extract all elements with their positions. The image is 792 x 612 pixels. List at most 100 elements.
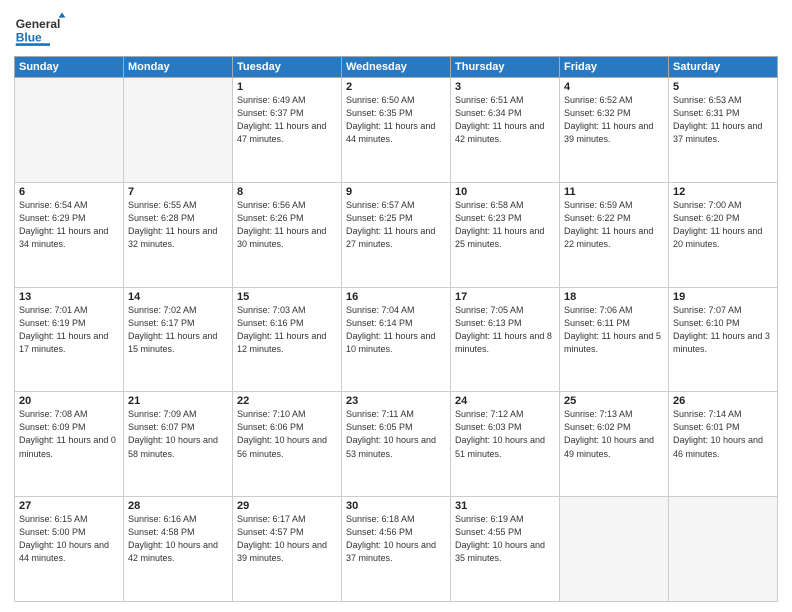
calendar-cell: 1Sunrise: 6:49 AM Sunset: 6:37 PM Daylig… [233, 78, 342, 183]
calendar-cell: 22Sunrise: 7:10 AM Sunset: 6:06 PM Dayli… [233, 392, 342, 497]
day-info: Sunrise: 7:01 AM Sunset: 6:19 PM Dayligh… [19, 304, 119, 356]
svg-text:General: General [16, 17, 61, 31]
calendar-cell: 13Sunrise: 7:01 AM Sunset: 6:19 PM Dayli… [15, 287, 124, 392]
day-info: Sunrise: 7:05 AM Sunset: 6:13 PM Dayligh… [455, 304, 555, 356]
day-number: 19 [673, 291, 773, 303]
day-number: 23 [346, 395, 446, 407]
day-number: 31 [455, 500, 555, 512]
day-number: 27 [19, 500, 119, 512]
day-number: 17 [455, 291, 555, 303]
calendar-cell: 7Sunrise: 6:55 AM Sunset: 6:28 PM Daylig… [124, 182, 233, 287]
day-number: 3 [455, 81, 555, 93]
day-header-tuesday: Tuesday [233, 57, 342, 78]
calendar-cell: 18Sunrise: 7:06 AM Sunset: 6:11 PM Dayli… [560, 287, 669, 392]
calendar-cell: 30Sunrise: 6:18 AM Sunset: 4:56 PM Dayli… [342, 497, 451, 602]
calendar-cell [560, 497, 669, 602]
day-number: 11 [564, 186, 664, 198]
day-info: Sunrise: 6:19 AM Sunset: 4:55 PM Dayligh… [455, 513, 555, 565]
calendar-cell: 27Sunrise: 6:15 AM Sunset: 5:00 PM Dayli… [15, 497, 124, 602]
day-info: Sunrise: 6:53 AM Sunset: 6:31 PM Dayligh… [673, 94, 773, 146]
day-info: Sunrise: 7:08 AM Sunset: 6:09 PM Dayligh… [19, 408, 119, 460]
day-info: Sunrise: 6:58 AM Sunset: 6:23 PM Dayligh… [455, 199, 555, 251]
day-number: 14 [128, 291, 228, 303]
page: General Blue SundayMondayTuesdayWednesda… [0, 0, 792, 612]
calendar-cell: 9Sunrise: 6:57 AM Sunset: 6:25 PM Daylig… [342, 182, 451, 287]
day-info: Sunrise: 7:03 AM Sunset: 6:16 PM Dayligh… [237, 304, 337, 356]
calendar-cell [669, 497, 778, 602]
day-number: 30 [346, 500, 446, 512]
calendar-cell: 28Sunrise: 6:16 AM Sunset: 4:58 PM Dayli… [124, 497, 233, 602]
calendar-cell: 29Sunrise: 6:17 AM Sunset: 4:57 PM Dayli… [233, 497, 342, 602]
day-info: Sunrise: 6:17 AM Sunset: 4:57 PM Dayligh… [237, 513, 337, 565]
calendar-cell: 17Sunrise: 7:05 AM Sunset: 6:13 PM Dayli… [451, 287, 560, 392]
day-number: 24 [455, 395, 555, 407]
calendar-cell: 23Sunrise: 7:11 AM Sunset: 6:05 PM Dayli… [342, 392, 451, 497]
day-number: 7 [128, 186, 228, 198]
svg-text:Blue: Blue [16, 31, 42, 45]
day-number: 29 [237, 500, 337, 512]
calendar-table: SundayMondayTuesdayWednesdayThursdayFrid… [14, 56, 778, 602]
day-info: Sunrise: 6:50 AM Sunset: 6:35 PM Dayligh… [346, 94, 446, 146]
days-header-row: SundayMondayTuesdayWednesdayThursdayFrid… [15, 57, 778, 78]
logo-icon: General Blue [14, 10, 74, 50]
day-info: Sunrise: 6:15 AM Sunset: 5:00 PM Dayligh… [19, 513, 119, 565]
logo: General Blue [14, 10, 74, 50]
day-header-wednesday: Wednesday [342, 57, 451, 78]
calendar-cell: 21Sunrise: 7:09 AM Sunset: 6:07 PM Dayli… [124, 392, 233, 497]
day-info: Sunrise: 6:51 AM Sunset: 6:34 PM Dayligh… [455, 94, 555, 146]
day-number: 5 [673, 81, 773, 93]
calendar-cell: 6Sunrise: 6:54 AM Sunset: 6:29 PM Daylig… [15, 182, 124, 287]
calendar-week-4: 20Sunrise: 7:08 AM Sunset: 6:09 PM Dayli… [15, 392, 778, 497]
calendar-cell: 3Sunrise: 6:51 AM Sunset: 6:34 PM Daylig… [451, 78, 560, 183]
day-info: Sunrise: 7:14 AM Sunset: 6:01 PM Dayligh… [673, 408, 773, 460]
day-info: Sunrise: 7:10 AM Sunset: 6:06 PM Dayligh… [237, 408, 337, 460]
day-number: 28 [128, 500, 228, 512]
day-info: Sunrise: 6:18 AM Sunset: 4:56 PM Dayligh… [346, 513, 446, 565]
calendar-cell [124, 78, 233, 183]
calendar-week-5: 27Sunrise: 6:15 AM Sunset: 5:00 PM Dayli… [15, 497, 778, 602]
day-number: 4 [564, 81, 664, 93]
day-number: 18 [564, 291, 664, 303]
day-number: 1 [237, 81, 337, 93]
calendar-week-3: 13Sunrise: 7:01 AM Sunset: 6:19 PM Dayli… [15, 287, 778, 392]
day-number: 10 [455, 186, 555, 198]
day-number: 13 [19, 291, 119, 303]
calendar-cell: 16Sunrise: 7:04 AM Sunset: 6:14 PM Dayli… [342, 287, 451, 392]
day-info: Sunrise: 7:00 AM Sunset: 6:20 PM Dayligh… [673, 199, 773, 251]
day-number: 21 [128, 395, 228, 407]
day-number: 16 [346, 291, 446, 303]
calendar-cell: 24Sunrise: 7:12 AM Sunset: 6:03 PM Dayli… [451, 392, 560, 497]
calendar-cell: 4Sunrise: 6:52 AM Sunset: 6:32 PM Daylig… [560, 78, 669, 183]
calendar-header: SundayMondayTuesdayWednesdayThursdayFrid… [15, 57, 778, 78]
calendar-cell: 14Sunrise: 7:02 AM Sunset: 6:17 PM Dayli… [124, 287, 233, 392]
day-info: Sunrise: 7:13 AM Sunset: 6:02 PM Dayligh… [564, 408, 664, 460]
calendar-cell: 12Sunrise: 7:00 AM Sunset: 6:20 PM Dayli… [669, 182, 778, 287]
day-info: Sunrise: 6:57 AM Sunset: 6:25 PM Dayligh… [346, 199, 446, 251]
day-header-friday: Friday [560, 57, 669, 78]
day-info: Sunrise: 6:55 AM Sunset: 6:28 PM Dayligh… [128, 199, 228, 251]
day-number: 12 [673, 186, 773, 198]
calendar-cell: 25Sunrise: 7:13 AM Sunset: 6:02 PM Dayli… [560, 392, 669, 497]
day-info: Sunrise: 6:59 AM Sunset: 6:22 PM Dayligh… [564, 199, 664, 251]
calendar-cell: 20Sunrise: 7:08 AM Sunset: 6:09 PM Dayli… [15, 392, 124, 497]
calendar-week-2: 6Sunrise: 6:54 AM Sunset: 6:29 PM Daylig… [15, 182, 778, 287]
calendar-cell: 26Sunrise: 7:14 AM Sunset: 6:01 PM Dayli… [669, 392, 778, 497]
calendar-cell: 31Sunrise: 6:19 AM Sunset: 4:55 PM Dayli… [451, 497, 560, 602]
calendar-cell: 10Sunrise: 6:58 AM Sunset: 6:23 PM Dayli… [451, 182, 560, 287]
day-number: 9 [346, 186, 446, 198]
day-number: 15 [237, 291, 337, 303]
calendar-week-1: 1Sunrise: 6:49 AM Sunset: 6:37 PM Daylig… [15, 78, 778, 183]
calendar-cell: 19Sunrise: 7:07 AM Sunset: 6:10 PM Dayli… [669, 287, 778, 392]
day-info: Sunrise: 6:56 AM Sunset: 6:26 PM Dayligh… [237, 199, 337, 251]
day-number: 8 [237, 186, 337, 198]
day-info: Sunrise: 7:04 AM Sunset: 6:14 PM Dayligh… [346, 304, 446, 356]
day-info: Sunrise: 7:12 AM Sunset: 6:03 PM Dayligh… [455, 408, 555, 460]
day-info: Sunrise: 7:09 AM Sunset: 6:07 PM Dayligh… [128, 408, 228, 460]
day-info: Sunrise: 7:11 AM Sunset: 6:05 PM Dayligh… [346, 408, 446, 460]
calendar-body: 1Sunrise: 6:49 AM Sunset: 6:37 PM Daylig… [15, 78, 778, 602]
day-info: Sunrise: 7:06 AM Sunset: 6:11 PM Dayligh… [564, 304, 664, 356]
calendar-cell: 2Sunrise: 6:50 AM Sunset: 6:35 PM Daylig… [342, 78, 451, 183]
calendar-cell: 5Sunrise: 6:53 AM Sunset: 6:31 PM Daylig… [669, 78, 778, 183]
day-info: Sunrise: 6:54 AM Sunset: 6:29 PM Dayligh… [19, 199, 119, 251]
day-header-thursday: Thursday [451, 57, 560, 78]
